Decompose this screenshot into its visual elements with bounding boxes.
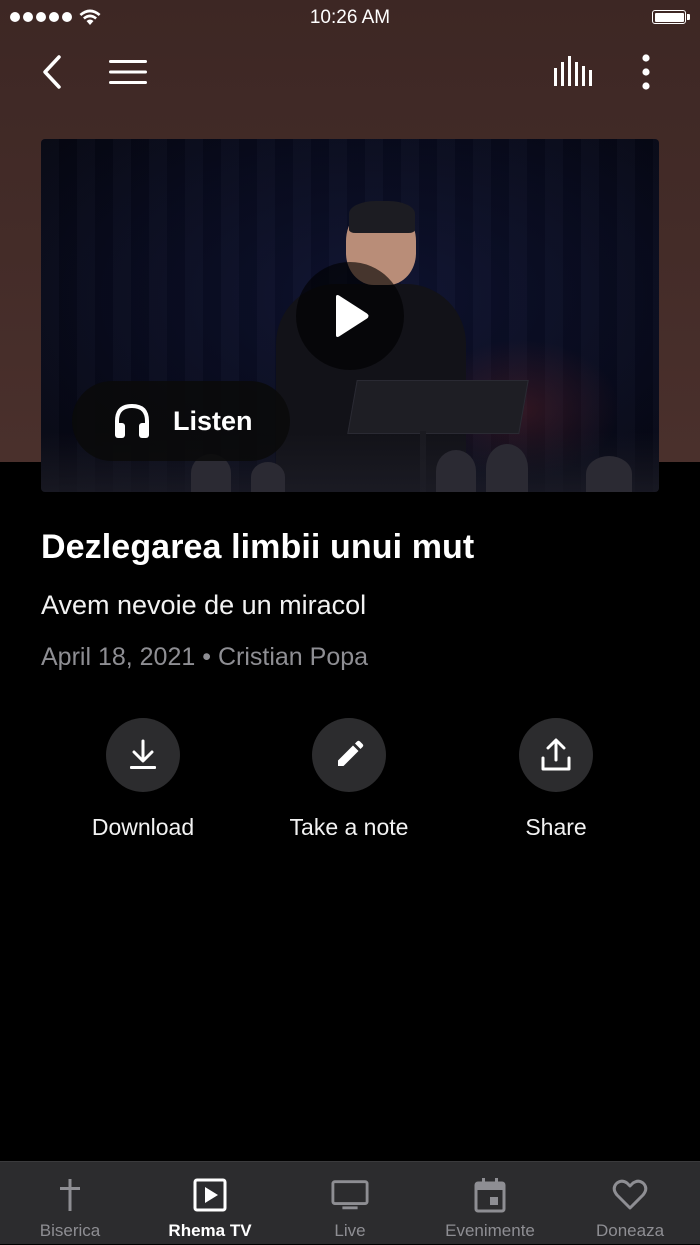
download-button[interactable]: Download — [43, 718, 243, 841]
tab-label: Rhema TV — [168, 1221, 252, 1240]
tab-label: Live — [334, 1221, 366, 1240]
back-button[interactable] — [24, 40, 80, 104]
share-icon — [541, 738, 571, 771]
status-time: 10:26 AM — [309, 7, 391, 28]
meta-separator: • — [202, 643, 211, 671]
tv-icon — [331, 1180, 369, 1210]
play-button[interactable] — [296, 262, 404, 370]
heart-icon — [612, 1179, 648, 1210]
headphones-icon — [115, 403, 149, 438]
tab-label: Biserica — [39, 1221, 101, 1240]
chevron-left-icon — [43, 55, 61, 89]
audio-levels-button[interactable] — [544, 40, 600, 104]
tab-rhema-tv[interactable]: Rhema TV — [140, 1162, 280, 1245]
share-button[interactable]: Share — [456, 718, 656, 841]
tab-label: Evenimente — [445, 1221, 535, 1240]
more-vertical-icon — [642, 54, 650, 90]
pencil-icon — [338, 740, 364, 766]
tab-biserica[interactable]: Biserica — [0, 1162, 140, 1245]
battery-icon — [652, 10, 690, 26]
equalizer-icon — [554, 56, 592, 86]
download-icon — [130, 739, 156, 769]
sermon-meta: April 18, 2021 • Cristian Popa — [41, 643, 368, 672]
play-square-icon — [193, 1178, 227, 1212]
listen-label: Listen — [173, 405, 253, 436]
tab-evenimente[interactable]: Evenimente — [420, 1162, 560, 1245]
cross-icon — [60, 1179, 80, 1211]
tab-label: Doneaza — [595, 1221, 665, 1240]
sermon-title: Dezlegarea limbii unui mut — [41, 528, 475, 566]
more-options-button[interactable] — [618, 40, 674, 104]
take-note-label: Take a note — [289, 814, 409, 840]
menu-button[interactable] — [100, 40, 156, 104]
play-icon — [336, 295, 369, 337]
sermon-date: April 18, 2021 — [41, 643, 196, 671]
calendar-icon — [474, 1178, 506, 1213]
tab-bar: Biserica Rhema TV Live Evenimente Doneaz… — [0, 1161, 700, 1244]
hamburger-menu-icon — [109, 60, 147, 84]
share-label: Share — [525, 814, 587, 840]
navigation-bar — [0, 40, 700, 104]
listen-button[interactable]: Listen — [72, 381, 290, 461]
tab-doneaza[interactable]: Doneaza — [560, 1162, 700, 1245]
sermon-series: Avem nevoie de un miracol — [41, 590, 367, 620]
action-row: Download Take a note Share — [0, 718, 700, 848]
status-bar: 10:26 AM — [0, 0, 700, 36]
take-note-button[interactable]: Take a note — [249, 718, 449, 841]
music-stand — [347, 380, 529, 434]
sermon-speaker: Cristian Popa — [217, 643, 369, 671]
download-label: Download — [91, 814, 195, 840]
tab-live[interactable]: Live — [280, 1162, 420, 1245]
